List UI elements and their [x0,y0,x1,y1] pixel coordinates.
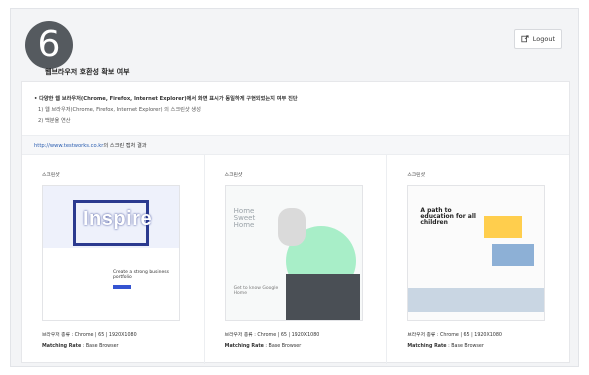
result-url-suffix: 의 스크린 캡처 결과 [103,143,147,149]
preview-hero-text: Home Sweet Home [233,207,256,229]
matching-rate-value: : Base Browser [263,344,302,349]
description-step-1: 1) 웹 브라우저(Chrome, Firefox, Internet Expl… [38,107,201,113]
matching-rate-label: Matching Rate [224,344,264,349]
screenshot-column: 스크린샷 Inspire Create a strong business po… [22,155,205,364]
result-url-link[interactable]: http://www.testworks.co.kr [34,143,103,149]
screenshot-label: 스크린샷 [224,173,243,178]
matching-rate: Matching Rate : Base Browser [225,344,302,349]
browser-info: 브라우저 종류 : Chrome | 65 | 1920X1080 [407,333,502,338]
screenshot-column: 스크린샷 A path to education for all childre… [387,155,569,364]
matching-rate: Matching Rate : Base Browser [407,344,484,349]
preview-speaker-image [277,208,306,246]
preview-bottom-banner [408,288,545,312]
preview-hero-text: A path to education for all children [420,207,476,226]
screenshot-columns: 스크린샷 Inspire Create a strong business po… [22,155,569,364]
matching-rate-label: Matching Rate [407,344,447,349]
logout-button[interactable]: Logout [513,29,562,49]
screenshot-column: 스크린샷 Home Sweet Home Get to know Google … [205,155,388,364]
browser-info: 브라우저 종류 : Chrome | 65 | 1920X1080 [224,333,320,338]
preview-hero-text: Inspire [83,208,153,230]
screenshot-label: 스크린샷 [407,173,425,178]
result-url-line: http://www.testworks.co.kr의 스크린 캡처 결과 [34,142,147,149]
matching-rate: Matching Rate : Base Browser [42,344,119,349]
description: • 다양한 웹 브라우저(Chrome, Firefox, Internet E… [34,94,298,127]
description-main: • 다양한 웹 브라우저(Chrome, Firefox, Internet E… [34,96,298,102]
browser-info: 브라우저 종류 : Chrome | 65 | 1920X1080 [42,333,137,338]
result-header: http://www.testworks.co.kr의 스크린 캡처 결과 [22,135,569,155]
screenshot-preview[interactable]: A path to education for all children [407,185,546,321]
preview-cta [113,285,131,289]
app-frame: 6 Logout 웹브라우저 호환성 확보 여부 • 다양한 웹 브라우저(Ch… [10,8,579,367]
description-step-2: 2) 백분율 연산 [38,118,71,124]
content-card: • 다양한 웹 브라우저(Chrome, Firefox, Internet E… [21,81,570,364]
matching-rate-value: : Base Browser [81,344,119,349]
logout-icon [521,35,529,43]
preview-photo [484,216,523,238]
matching-rate-value: : Base Browser [446,344,484,349]
screenshot-label: 스크린샷 [42,173,60,178]
preview-sub-text: Get to know Google Home [233,286,279,296]
step-number-badge: 6 [25,21,73,69]
screenshot-preview[interactable]: Home Sweet Home Get to know Google Home [224,185,363,321]
preview-photo [285,274,360,320]
preview-sub-text: Create a strong business portfolio [113,270,169,280]
logout-label: Logout [532,35,555,43]
preview-photo [492,244,535,266]
screenshot-preview[interactable]: Inspire Create a strong business portfol… [42,185,180,321]
page-title: 웹브라우저 호환성 확보 여부 [45,68,130,76]
matching-rate-label: Matching Rate [42,344,82,349]
